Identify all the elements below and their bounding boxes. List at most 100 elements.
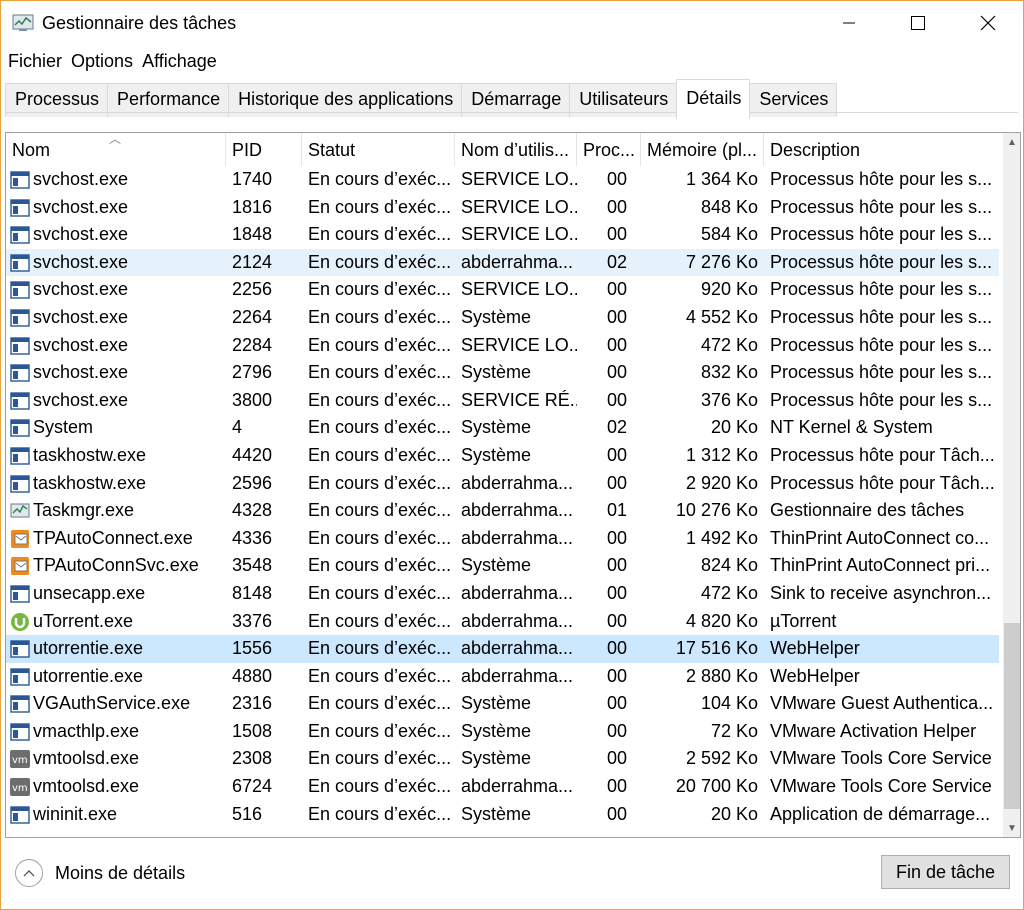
minimize-button[interactable] — [814, 1, 884, 45]
close-button[interactable] — [953, 1, 1023, 45]
table-row[interactable]: vmacthlp.exe 1508 En cours d’exéc... Systèm… — [6, 718, 999, 746]
cpu-cell: 00 — [606, 693, 627, 714]
service-host-icon — [10, 336, 30, 356]
cpu-cell: 02 — [606, 251, 627, 272]
service-host-icon — [10, 363, 30, 383]
process-name: taskhostw.exe — [33, 444, 147, 465]
service-host-icon — [10, 474, 30, 494]
table-row[interactable]: utorrentie.exe 1556 En cours d’exéc... abde… — [6, 635, 999, 663]
pid-cell: 1740 — [232, 169, 273, 189]
vmware-icon: vm — [10, 749, 30, 769]
user-cell: Système — [461, 306, 532, 327]
table-row[interactable]: TPAutoConnect.exe 4336 En cours d’exéc... a… — [6, 525, 999, 553]
table-row[interactable]: svchost.exe 1848 En cours d’exéc... SERVICE… — [6, 221, 999, 249]
table-row[interactable]: Taskmgr.exe 4328 En cours d’exéc... abderra… — [6, 497, 999, 525]
table-row[interactable]: unsecapp.exe 8148 En cours d’exéc... abderr… — [6, 580, 999, 608]
process-name: wininit.exe — [33, 803, 118, 824]
table-row[interactable]: svchost.exe 2796 En cours d’exéc... Système… — [6, 359, 999, 387]
column-header-pid[interactable]: PID — [226, 133, 302, 166]
process-name-cell: vm vmtoolsd.exe — [6, 745, 226, 773]
process-name: svchost.exe — [33, 306, 129, 327]
user-cell: SERVICE LO... — [461, 279, 577, 300]
table-row[interactable]: svchost.exe 1816 En cours d’exéc... SERVICE… — [6, 194, 999, 222]
table-row[interactable]: taskhostw.exe 4420 En cours d’exéc... Systè… — [6, 442, 999, 470]
status-cell: En cours d’exéc... — [308, 582, 452, 603]
pid-cell: 4420 — [232, 444, 273, 465]
description-cell: Processus hôte pour Tâch... — [770, 444, 995, 465]
status-cell: En cours d’exéc... — [308, 444, 452, 465]
tab-details[interactable]: Détails — [676, 79, 751, 119]
description-cell: Processus hôte pour les s... — [770, 196, 993, 217]
maximize-button[interactable] — [883, 1, 953, 45]
process-name: vmtoolsd.exe — [33, 748, 140, 769]
process-name: TPAutoConnect.exe — [33, 527, 193, 548]
svg-text:vm: vm — [12, 755, 28, 766]
user-cell: abderrahma... — [461, 638, 574, 659]
process-name-cell: Taskmgr.exe — [6, 497, 226, 525]
table-row[interactable]: vm vmtoolsd.exe 6724 En cours d’exéc... abde… — [6, 773, 999, 801]
table-row[interactable]: vm vmtoolsd.exe 2308 En cours d’exéc... Syst… — [6, 745, 999, 773]
sort-ascending-icon: ︿ — [109, 133, 122, 146]
description-cell: Processus hôte pour les s... — [770, 169, 993, 189]
user-cell: abderrahma... — [461, 472, 574, 493]
user-cell: Système — [461, 720, 532, 741]
task-manager-window: Gestionnaire des tâches Fichier Options … — [0, 0, 1024, 910]
menu-fichier[interactable]: Fichier — [1, 48, 67, 76]
status-cell: En cours d’exéc... — [308, 527, 452, 548]
process-name: unsecapp.exe — [33, 582, 146, 603]
status-cell: En cours d’exéc... — [308, 472, 452, 493]
table-row[interactable]: svchost.exe 2256 En cours d’exéc... SERVICE… — [6, 276, 999, 304]
table-row[interactable]: System 4 En cours d’exéc... Système 02 20 Ko N… — [6, 414, 999, 442]
scroll-up-icon[interactable]: ▲ — [1003, 133, 1020, 151]
table-row[interactable]: uTorrent.exe 3376 En cours d’exéc... abderr… — [6, 608, 999, 636]
user-cell: abderrahma... — [461, 500, 574, 521]
user-cell: SERVICE LO... — [461, 169, 577, 189]
process-name: svchost.exe — [33, 251, 129, 272]
end-task-button[interactable]: Fin de tâche — [881, 855, 1010, 889]
process-name: utorrentie.exe — [33, 665, 144, 686]
svg-text:vm: vm — [12, 783, 28, 794]
table-row[interactable]: utorrentie.exe 4880 En cours d’exéc... abde… — [6, 663, 999, 691]
process-name: vmtoolsd.exe — [33, 776, 140, 797]
column-header-memory[interactable]: Mémoire (pl... — [641, 133, 764, 166]
table-row[interactable]: VGAuthService.exe 2316 En cours d’exéc... S… — [6, 690, 999, 718]
column-header-processor[interactable]: Proc... — [577, 133, 641, 166]
column-header-description[interactable]: Description — [764, 133, 999, 166]
status-cell: En cours d’exéc... — [308, 279, 452, 300]
table-row[interactable]: svchost.exe 2284 En cours d’exéc... SERVICE… — [6, 332, 999, 360]
table-row[interactable]: svchost.exe 1740 En cours d’exéc... SERVICE… — [6, 166, 999, 194]
table-row[interactable]: TPAutoConnSvc.exe 3548 En cours d’exéc... S… — [6, 552, 999, 580]
column-header-nom[interactable]: ︿ Nom — [6, 133, 226, 166]
process-table: ︿ Nom PID Statut Nom d’utilis... Proc...… — [5, 132, 1021, 838]
process-name: System — [33, 417, 94, 438]
menu-affichage[interactable]: Affichage — [138, 48, 222, 76]
menu-options[interactable]: Options — [67, 48, 138, 76]
process-name: svchost.exe — [33, 362, 129, 383]
memory-cell: 832 Ko — [700, 362, 758, 383]
pid-cell: 4 — [232, 417, 243, 438]
cpu-cell: 00 — [606, 362, 627, 383]
column-header-statut[interactable]: Statut — [302, 133, 455, 166]
memory-cell: 472 Ko — [700, 582, 758, 603]
column-header-user[interactable]: Nom d’utilis... — [455, 133, 577, 166]
description-cell: ThinPrint AutoConnect co... — [770, 527, 990, 548]
vertical-scrollbar[interactable]: ▲ ▼ — [1003, 133, 1020, 837]
pid-cell: 4328 — [232, 500, 273, 521]
cpu-cell: 00 — [606, 389, 627, 410]
table-row[interactable]: wininit.exe 516 En cours d’exéc... Système 0… — [6, 801, 999, 829]
process-name-cell: TPAutoConnSvc.exe — [6, 552, 226, 580]
service-host-icon — [10, 667, 30, 687]
status-cell: En cours d’exéc... — [308, 665, 452, 686]
scrollbar-thumb[interactable] — [1004, 623, 1020, 809]
status-cell: En cours d’exéc... — [308, 196, 452, 217]
table-row[interactable]: svchost.exe 3800 En cours d’exéc... SERVICE… — [6, 387, 999, 415]
scroll-down-icon[interactable]: ▼ — [1003, 819, 1020, 837]
table-row[interactable]: svchost.exe 2124 En cours d’exéc... abderra… — [6, 248, 999, 277]
table-row[interactable]: svchost.exe 2264 En cours d’exéc... Système… — [6, 304, 999, 332]
less-details-toggle[interactable]: Moins de détails — [15, 859, 185, 887]
status-cell: En cours d’exéc... — [308, 638, 452, 659]
service-host-icon — [10, 722, 30, 742]
user-cell: Système — [461, 748, 532, 769]
table-row[interactable]: taskhostw.exe 2596 En cours d’exéc... abder… — [6, 470, 999, 498]
memory-cell: 17 516 Ko — [675, 638, 758, 659]
